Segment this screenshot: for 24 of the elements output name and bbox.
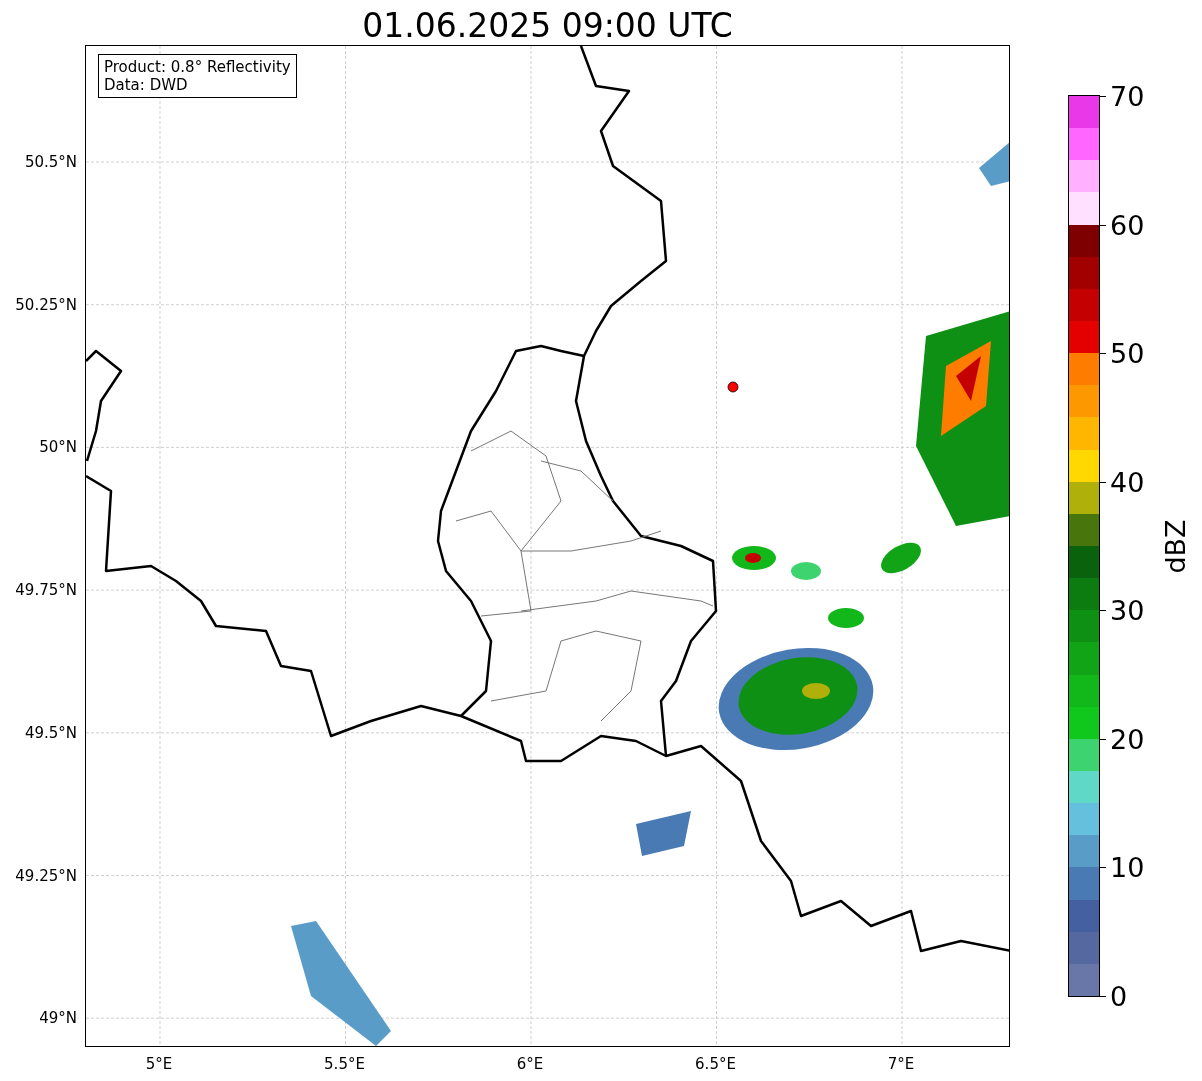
latitude-label: 49.25°N [15,866,77,885]
latitude-label: 49.75°N [15,581,77,600]
colorbar-tick-label: 40 [1110,466,1145,498]
colorbar-tick-label: 0 [1110,980,1128,1012]
colorbar-tick-label: 60 [1110,209,1145,241]
latitude-label: 49.5°N [24,723,77,742]
colorbar-label: dBZ [1159,518,1191,574]
legend-text: Data: DWD [104,76,189,94]
colorbar-tick-label: 10 [1110,851,1145,883]
longitude-label: 6°E [516,1055,544,1073]
latitude-label: 50°N [39,438,77,457]
latitude-label: 50.5°N [24,153,77,171]
legend-text: Product: 0.8° Reflectivity [104,58,291,76]
longitude-label: 5.5°E [324,1055,365,1073]
colorbar-tick-label: 30 [1110,594,1145,626]
chart-title: 01.06.2025 09:00 UTC [361,5,734,45]
latitude-label: 50.25°N [15,295,77,314]
colorbar-tick-label: 50 [1110,337,1145,369]
longitude-label: 6.5°E [695,1055,736,1073]
colorbar-tick-label: 70 [1110,80,1145,112]
longitude-label: 5°E [145,1055,173,1073]
colorbar-tick-label: 20 [1110,723,1145,755]
longitude-label: 7°E [887,1055,915,1073]
latitude-label: 49°N [39,1009,77,1028]
